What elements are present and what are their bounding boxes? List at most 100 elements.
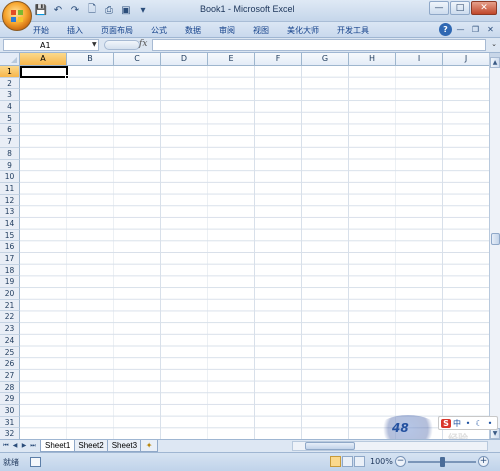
column-header[interactable]: G xyxy=(302,53,349,66)
column-header[interactable]: A xyxy=(20,53,67,66)
row-header[interactable]: 24 xyxy=(0,334,20,347)
sheet-tab[interactable]: Sheet3 xyxy=(106,440,143,452)
ime-option[interactable]: • xyxy=(463,419,473,428)
row-header[interactable]: 8 xyxy=(0,147,20,160)
row-header[interactable]: 31 xyxy=(0,416,20,429)
row-header[interactable]: 10 xyxy=(0,171,20,183)
row-header[interactable]: 11 xyxy=(0,182,20,195)
ribbon-tab[interactable]: 数据 xyxy=(176,24,210,37)
row-header[interactable]: 25 xyxy=(0,346,20,359)
ime-logo-icon[interactable]: S xyxy=(441,418,451,428)
workbook-restore-button[interactable]: ❐ xyxy=(469,23,482,36)
row-header[interactable]: 18 xyxy=(0,264,20,277)
ime-option[interactable]: 中 xyxy=(452,418,462,429)
ribbon-tab[interactable]: 美化大师 xyxy=(278,24,328,37)
row-header[interactable]: 15 xyxy=(0,229,20,242)
column-header[interactable]: F xyxy=(255,53,302,66)
select-all-button[interactable] xyxy=(0,53,20,66)
row-header[interactable]: 7 xyxy=(0,136,20,148)
ribbon-tab[interactable]: 视图 xyxy=(244,24,278,37)
sheet-nav-button[interactable]: ▶ xyxy=(20,441,28,451)
formula-input[interactable] xyxy=(152,39,486,51)
row-header[interactable]: 20 xyxy=(0,288,20,300)
workbook-minimize-button[interactable]: — xyxy=(454,23,467,36)
row-header[interactable]: 16 xyxy=(0,241,20,253)
row-header[interactable]: 4 xyxy=(0,101,20,113)
new-icon[interactable]: 🗋 xyxy=(85,3,99,17)
ime-option[interactable]: • xyxy=(485,419,495,428)
column-header[interactable]: C xyxy=(114,53,161,66)
zoom-out-button[interactable]: − xyxy=(395,456,406,467)
ribbon-tab[interactable]: 公式 xyxy=(142,24,176,37)
close-button[interactable]: ✕ xyxy=(471,1,497,15)
row-header[interactable]: 13 xyxy=(0,206,20,218)
row-header[interactable]: 30 xyxy=(0,404,20,417)
row-header[interactable]: 17 xyxy=(0,253,20,265)
undo-icon[interactable]: ↶ xyxy=(51,3,65,17)
row-header[interactable]: 12 xyxy=(0,194,20,207)
column-header[interactable]: H xyxy=(349,53,396,66)
page-layout-view-button[interactable] xyxy=(342,456,353,467)
column-header[interactable]: D xyxy=(161,53,208,66)
ribbon-tab[interactable]: 开发工具 xyxy=(328,24,378,37)
row-header[interactable]: 3 xyxy=(0,89,20,102)
redo-icon[interactable]: ↷ xyxy=(68,3,82,17)
sheet-tab[interactable]: Sheet2 xyxy=(73,440,109,452)
zoom-slider-thumb[interactable] xyxy=(439,457,445,467)
horizontal-scrollbar[interactable] xyxy=(292,441,488,451)
row-header[interactable]: 26 xyxy=(0,358,20,370)
ribbon-tab[interactable]: 插入 xyxy=(58,24,92,37)
expand-formula-bar-icon[interactable]: ⌄ xyxy=(491,40,497,48)
minimize-button[interactable]: — xyxy=(429,1,449,15)
formula-bar-splitter[interactable] xyxy=(104,40,140,50)
row-header[interactable]: 14 xyxy=(0,217,20,230)
ribbon-tab[interactable]: 审阅 xyxy=(210,24,244,37)
record-macro-icon[interactable] xyxy=(30,457,41,467)
workbook-close-button[interactable]: ✕ xyxy=(484,23,497,36)
column-header[interactable]: J xyxy=(443,53,489,66)
row-header[interactable]: 27 xyxy=(0,369,20,382)
chevron-down-icon[interactable]: ▼ xyxy=(92,41,97,48)
name-box[interactable]: A1 xyxy=(3,39,99,51)
vertical-scroll-thumb[interactable] xyxy=(491,233,500,245)
sheet-nav-button[interactable]: ◀ xyxy=(11,441,19,451)
active-cell[interactable] xyxy=(20,66,68,78)
page-break-view-button[interactable] xyxy=(354,456,365,467)
row-header[interactable]: 28 xyxy=(0,381,20,394)
insert-sheet-icon[interactable]: ✦ xyxy=(140,440,159,452)
maximize-button[interactable]: □ xyxy=(450,1,470,15)
insert-function-icon[interactable]: fx xyxy=(139,39,147,49)
sheet-nav-button[interactable]: ⏭ xyxy=(29,441,37,451)
save-icon[interactable]: 💾 xyxy=(34,3,48,17)
normal-view-button[interactable] xyxy=(330,456,341,467)
row-header[interactable]: 29 xyxy=(0,393,20,405)
print-icon[interactable]: ⎙ xyxy=(102,3,116,17)
preview-icon[interactable]: ▣ xyxy=(119,3,133,17)
column-header[interactable]: B xyxy=(67,53,114,66)
column-header[interactable]: E xyxy=(208,53,255,66)
help-icon[interactable]: ? xyxy=(439,23,452,36)
row-header[interactable]: 5 xyxy=(0,112,20,125)
row-header[interactable]: 23 xyxy=(0,323,20,335)
row-header[interactable]: 32 xyxy=(0,428,20,439)
customize-icon[interactable]: ▾ xyxy=(136,3,150,17)
row-header[interactable]: 9 xyxy=(0,159,20,172)
cell-area[interactable] xyxy=(20,66,489,439)
row-header[interactable]: 21 xyxy=(0,299,20,312)
vertical-scrollbar[interactable]: ▲ ▼ xyxy=(489,53,500,439)
row-header[interactable]: 19 xyxy=(0,276,20,289)
horizontal-scroll-thumb[interactable] xyxy=(305,442,355,450)
column-header[interactable]: I xyxy=(396,53,443,66)
ribbon-tab[interactable]: 页面布局 xyxy=(92,24,142,37)
row-header[interactable]: 2 xyxy=(0,77,20,90)
row-header[interactable]: 22 xyxy=(0,311,20,324)
sheet-nav-button[interactable]: ⏮ xyxy=(2,441,10,451)
ribbon-tab[interactable]: 开始 xyxy=(24,24,58,37)
office-button[interactable] xyxy=(2,1,32,31)
sheet-tab[interactable]: Sheet1 xyxy=(40,440,76,452)
ime-option[interactable]: ☾ xyxy=(474,419,484,428)
row-header[interactable]: 1 xyxy=(0,66,20,78)
ime-toolbar[interactable]: S 中 • ☾ • xyxy=(438,416,498,430)
scroll-up-icon[interactable]: ▲ xyxy=(490,57,500,68)
zoom-in-button[interactable]: + xyxy=(478,456,489,467)
